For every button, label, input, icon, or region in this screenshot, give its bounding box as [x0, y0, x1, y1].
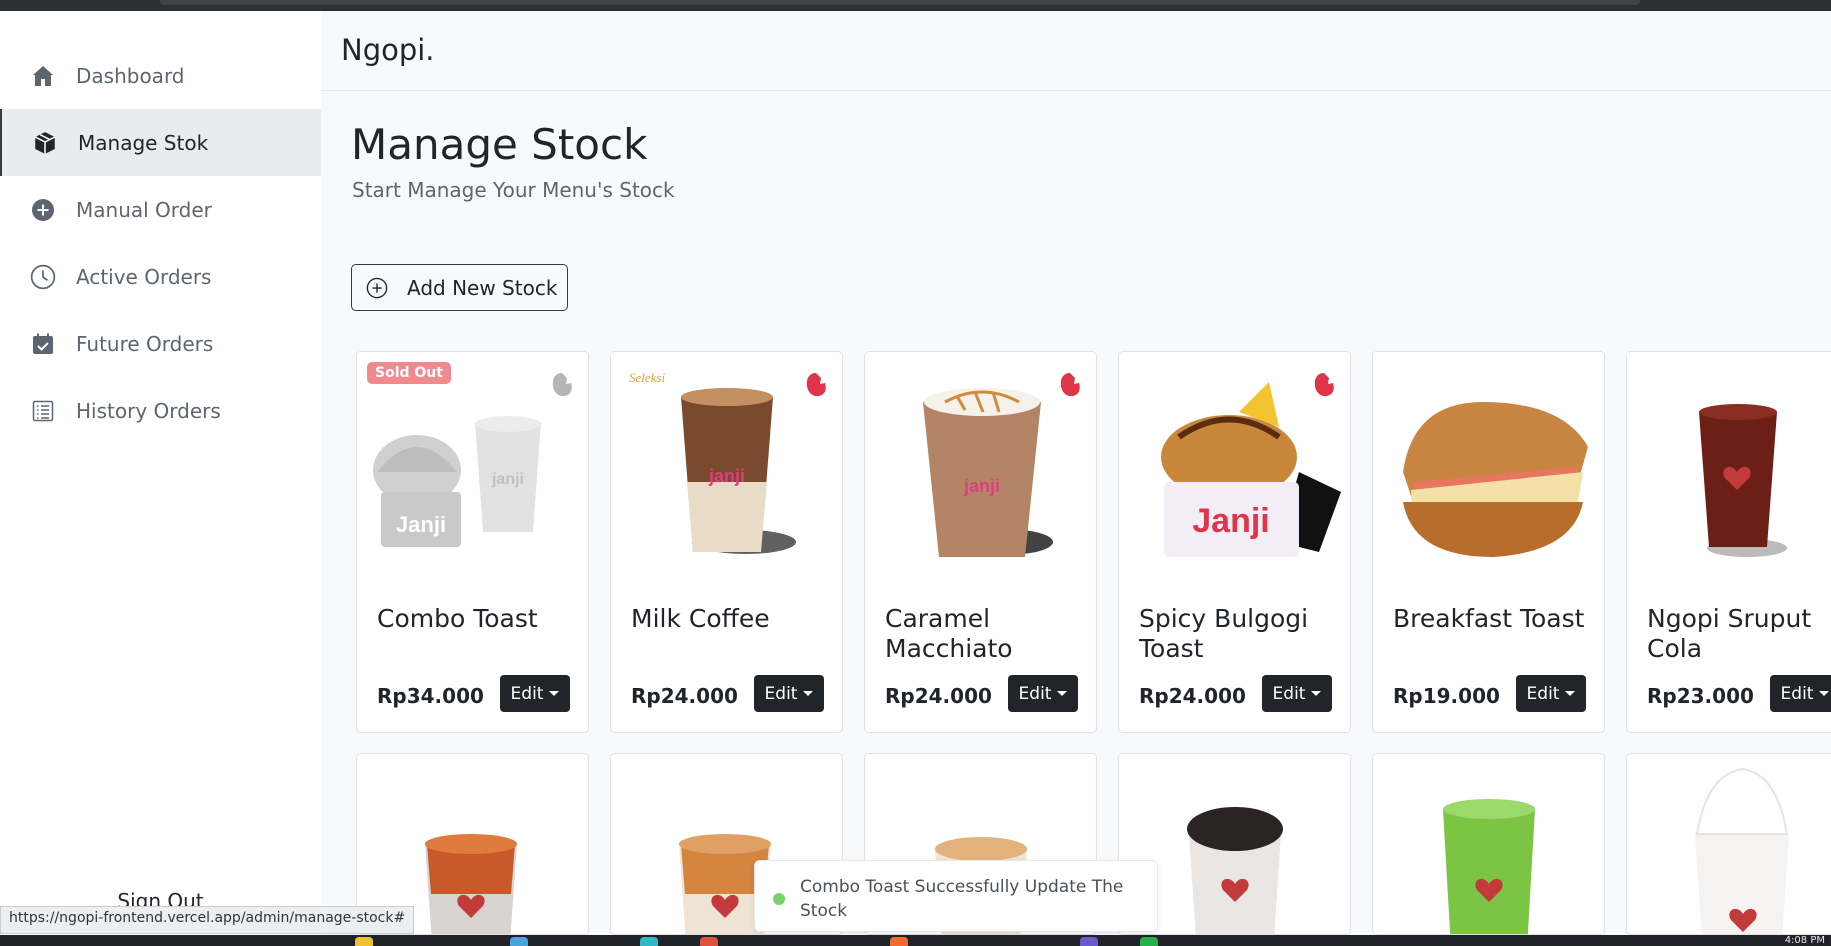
- list-icon: [29, 397, 57, 425]
- product-card[interactable]: [1626, 753, 1831, 935]
- edit-label: Edit: [510, 683, 544, 704]
- edit-label: Edit: [1780, 683, 1814, 704]
- plus-circle-icon: [29, 196, 57, 224]
- sidebar-item-label: Manage Stok: [78, 130, 209, 155]
- product-price: Rp34.000: [377, 684, 484, 708]
- sidebar-item-dashboard[interactable]: Dashboard: [0, 42, 321, 109]
- product-name: Breakfast Toast: [1393, 604, 1585, 633]
- sidebar-item-active-orders[interactable]: Active Orders: [0, 243, 321, 310]
- product-price: Rp19.000: [1393, 684, 1500, 708]
- product-card-spicy-bulgogi-toast[interactable]: Janji Spicy Bulgogi Toast Rp24.000 Edit: [1118, 351, 1351, 733]
- edit-label: Edit: [1526, 683, 1560, 704]
- product-card-caramel-macchiato[interactable]: janji Caramel Macchiato Rp24.000 Edit: [864, 351, 1097, 733]
- edit-dropdown-button[interactable]: Edit: [1008, 675, 1078, 712]
- product-card-breakfast-toast[interactable]: Breakfast Toast Rp19.000 Edit: [1372, 351, 1605, 733]
- clock-icon: [29, 263, 57, 291]
- svg-text:janji: janji: [491, 471, 524, 488]
- sidebar-item-label: Future Orders: [76, 331, 214, 356]
- brand-logo-text[interactable]: Ngopi.: [341, 33, 435, 67]
- svg-text:janji: janji: [963, 476, 1000, 496]
- product-name: Caramel Macchiato: [885, 604, 1013, 663]
- caret-down-icon: [549, 691, 560, 696]
- svg-text:Janji: Janji: [396, 512, 446, 537]
- app-icon[interactable]: [1080, 937, 1098, 946]
- product-name: Ngopi Sruput Cola: [1647, 604, 1812, 663]
- sidebar-item-manual-order[interactable]: Manual Order: [0, 176, 321, 243]
- brand-hand-icon: [1314, 373, 1334, 397]
- app-icon[interactable]: [510, 937, 528, 946]
- drink-image: [1373, 754, 1604, 934]
- sidebar-item-label: Active Orders: [76, 264, 212, 289]
- success-toast: Combo Toast Successfully Update The Stoc…: [754, 860, 1158, 932]
- brand-hand-icon: [552, 373, 572, 397]
- product-name: Combo Toast: [377, 604, 538, 633]
- page-title: Manage Stock: [351, 120, 648, 169]
- edit-label: Edit: [764, 683, 798, 704]
- os-taskbar: 4:08 PM: [0, 935, 1831, 946]
- caret-down-icon: [1311, 691, 1322, 696]
- link-status-bar: https://ngopi-frontend.vercel.app/admin/…: [0, 906, 415, 934]
- sidebar-item-label: History Orders: [76, 398, 221, 423]
- drink-image: [1627, 754, 1831, 934]
- top-header: Ngopi.: [321, 11, 1831, 91]
- browser-top-strip: [0, 0, 1831, 11]
- sidebar: Dashboard Manage Stok Manual Order Activ…: [0, 11, 321, 935]
- breakfast-toast-image: [1373, 352, 1604, 582]
- app-icon[interactable]: [1140, 937, 1158, 946]
- box-icon: [31, 129, 59, 157]
- success-dot-icon: [773, 893, 785, 905]
- caret-down-icon: [1819, 691, 1830, 696]
- svg-text:Janji: Janji: [1192, 502, 1269, 540]
- svg-text:Seleksi: Seleksi: [629, 370, 665, 385]
- product-name: Spicy Bulgogi Toast: [1139, 604, 1309, 663]
- page-subtitle: Start Manage Your Menu's Stock: [352, 178, 675, 202]
- home-icon: [29, 62, 57, 90]
- ngopi-sruput-cola-image: [1627, 352, 1831, 582]
- calendar-check-icon: [29, 330, 57, 358]
- edit-dropdown-button[interactable]: Edit: [1770, 675, 1831, 712]
- product-card[interactable]: [1372, 753, 1605, 935]
- sidebar-item-history-orders[interactable]: History Orders: [0, 377, 321, 444]
- sidebar-item-manage-stok[interactable]: Manage Stok: [0, 109, 321, 176]
- edit-label: Edit: [1272, 683, 1306, 704]
- product-card-combo-toast[interactable]: Janji janji Sold Out Combo Toast Rp34.00…: [356, 351, 589, 733]
- product-card-milk-coffee[interactable]: janji Seleksi Milk Coffee Rp24.000 Edit: [610, 351, 843, 733]
- edit-dropdown-button[interactable]: Edit: [500, 675, 570, 712]
- app-icon[interactable]: [640, 937, 658, 946]
- toast-message: Combo Toast Successfully Update The Stoc…: [800, 877, 1124, 921]
- sidebar-item-future-orders[interactable]: Future Orders: [0, 310, 321, 377]
- sidebar-item-label: Manual Order: [76, 197, 212, 222]
- svg-text:janji: janji: [708, 466, 745, 486]
- caret-down-icon: [803, 691, 814, 696]
- edit-dropdown-button[interactable]: Edit: [1262, 675, 1332, 712]
- edit-dropdown-button[interactable]: Edit: [1516, 675, 1586, 712]
- product-price: Rp24.000: [631, 684, 738, 708]
- product-card-ngopi-sruput-cola[interactable]: Ngopi Sruput Cola Rp23.000 Edit: [1626, 351, 1831, 733]
- edit-label: Edit: [1018, 683, 1052, 704]
- edit-dropdown-button[interactable]: Edit: [754, 675, 824, 712]
- add-new-stock-label: Add New Stock: [407, 276, 558, 300]
- plus-circle-icon: [366, 277, 388, 303]
- app-icon[interactable]: [890, 937, 908, 946]
- brand-hand-icon: [806, 373, 826, 397]
- product-price: Rp24.000: [1139, 684, 1246, 708]
- product-price: Rp23.000: [1647, 684, 1754, 708]
- product-price: Rp24.000: [885, 684, 992, 708]
- sold-out-badge: Sold Out: [367, 362, 451, 384]
- product-name: Milk Coffee: [631, 604, 770, 633]
- sidebar-item-label: Dashboard: [76, 63, 185, 88]
- caret-down-icon: [1565, 691, 1576, 696]
- brand-hand-icon: [1060, 373, 1080, 397]
- taskbar-clock[interactable]: 4:08 PM: [1785, 935, 1825, 946]
- chrome-icon[interactable]: [700, 937, 718, 946]
- add-new-stock-button[interactable]: Add New Stock: [351, 264, 568, 311]
- folder-icon[interactable]: [355, 937, 373, 946]
- caret-down-icon: [1057, 691, 1068, 696]
